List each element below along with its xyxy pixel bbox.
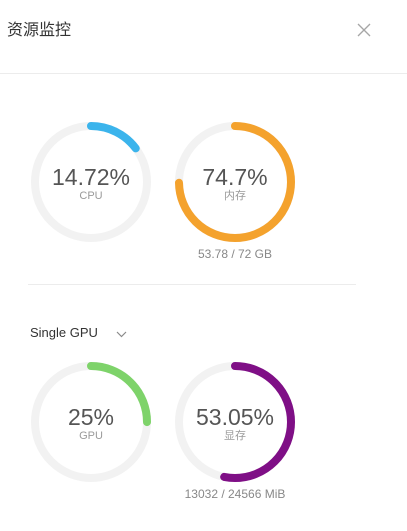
gpu-label: GPU xyxy=(79,430,103,442)
section-divider xyxy=(28,284,356,285)
vram-label: 显存 xyxy=(224,430,246,442)
memory-label: 内存 xyxy=(224,190,246,202)
vram-detail: 13032 / 24566 MiB xyxy=(184,487,286,501)
cpu-gauge: 14.72% CPU xyxy=(28,119,154,245)
memory-usage-value: 74.7% xyxy=(202,164,268,190)
panel-title: 资源监控 xyxy=(7,22,72,39)
gpu-usage-value: 25% xyxy=(67,404,115,430)
gpu-mode-label: Single GPU xyxy=(30,325,98,340)
cpu-label: CPU xyxy=(79,190,103,202)
memory-detail: 53.78 / 72 GB xyxy=(197,247,273,261)
vram-usage-value: 53.05% xyxy=(195,404,274,430)
close-icon[interactable] xyxy=(353,19,375,41)
memory-gauge: 74.7% 内存 xyxy=(172,119,298,245)
cpu-usage-value: 14.72% xyxy=(51,164,130,190)
chevron-down-icon xyxy=(116,325,127,343)
panel-header: 资源监控 xyxy=(0,0,407,74)
gpu-gauge: 25% GPU xyxy=(28,359,154,485)
gpu-mode-select[interactable]: Single GPU xyxy=(30,324,127,344)
vram-gauge: 53.05% 显存 xyxy=(172,359,298,485)
